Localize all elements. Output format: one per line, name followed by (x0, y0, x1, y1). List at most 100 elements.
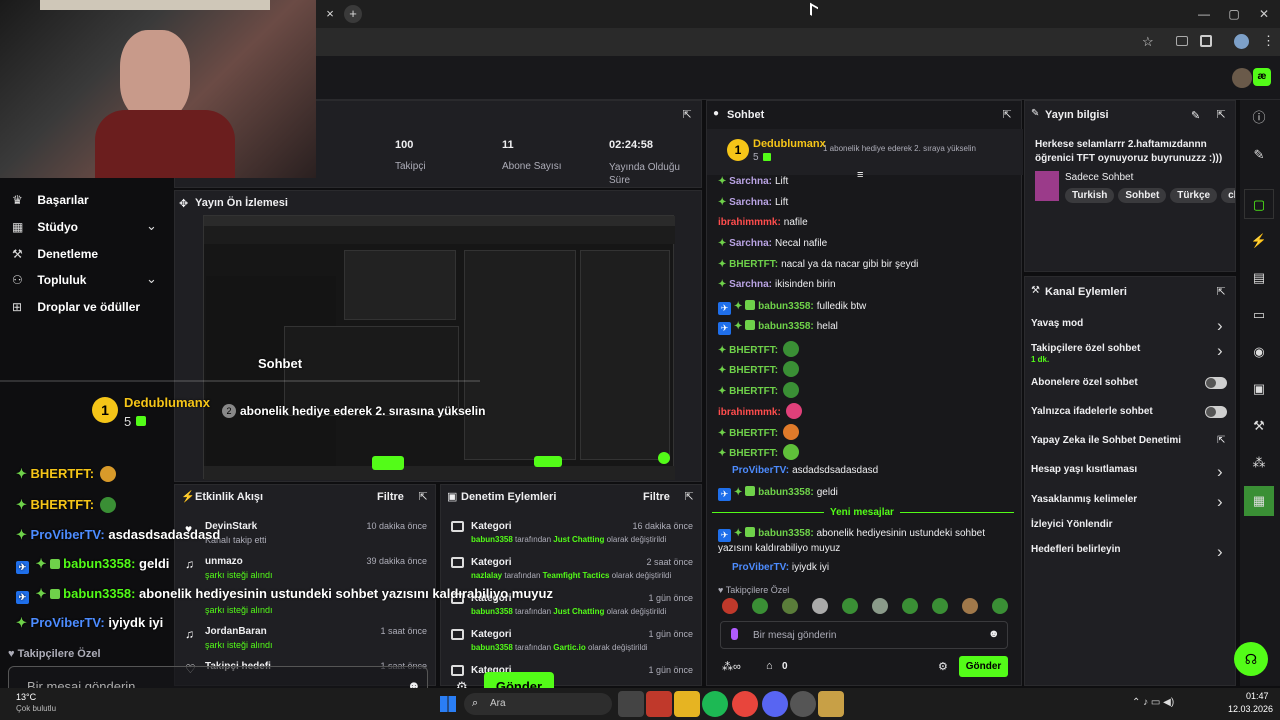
taskbar-search[interactable]: ⌕ Ara (464, 693, 612, 715)
moderation-filter-button[interactable]: Filtre (643, 491, 670, 503)
chat-username[interactable]: babun3358: (758, 487, 814, 498)
clipboard-icon[interactable]: ▤ (1244, 263, 1274, 293)
browser-menu-icon[interactable]: ⋮ (1262, 33, 1275, 49)
popout-icon[interactable]: ⇱ (681, 109, 693, 121)
channel-action-item[interactable]: Yavaş mod › (1031, 316, 1229, 338)
chat-message[interactable]: ✦ Sarchna: Lift (718, 176, 788, 187)
chat-username[interactable]: Sarchna: (729, 197, 772, 208)
chat-username[interactable]: ibrahimmmk: (718, 217, 781, 228)
reader-icon[interactable] (1176, 36, 1188, 46)
pen-icon[interactable]: ✎ (1244, 140, 1274, 170)
list-item[interactable]: Kategori babun3358 tarafından Just Chatt… (441, 513, 701, 549)
list-item[interactable]: Kategori nazlalay tarafından Teamfight T… (441, 549, 701, 585)
channel-action-item[interactable]: İzleyici Yönlendir (1031, 519, 1229, 539)
chat-message[interactable]: ✦ Sarchna: Necal nafile (718, 238, 827, 249)
chevron-right-icon[interactable]: › (1217, 542, 1223, 562)
chat-message[interactable]: ✈ ✦ babun3358: helal (718, 320, 838, 335)
extensions-icon[interactable] (1200, 35, 1212, 47)
app-p-icon[interactable] (646, 691, 672, 717)
emote-bar[interactable] (718, 598, 1014, 616)
points-icon[interactable]: ⌂ (766, 660, 773, 672)
chat-username[interactable]: ibrahimmmk: (718, 407, 781, 418)
chat-message[interactable]: ✦ BHERTFT: (718, 361, 800, 377)
toggle-switch[interactable] (1205, 406, 1227, 418)
broadcast-icon[interactable]: ◉ (1244, 337, 1274, 367)
list-item[interactable]: Kategori 1 gün önce (441, 657, 701, 685)
tag[interactable]: chi (1221, 188, 1235, 203)
clip-icon[interactable]: ▢ (1244, 189, 1274, 219)
chat-message[interactable]: ✦ BHERTFT: (718, 382, 800, 398)
app-icon[interactable]: ▦ (1244, 486, 1274, 516)
file-explorer-icon[interactable] (674, 691, 700, 717)
new-tab-button[interactable]: + (344, 5, 362, 23)
channel-action-item[interactable]: Hedefleri belirleyin › (1031, 542, 1229, 564)
channel-action-item[interactable]: Takipçilere özel sohbet 1 dk. › (1031, 341, 1229, 364)
category-name[interactable]: Sadece Sohbet (1065, 172, 1133, 183)
mic-icon[interactable] (731, 628, 738, 640)
chat-message[interactable]: ✦ BHERTFT: (718, 444, 800, 460)
popout-icon[interactable]: ⇱ (1001, 109, 1013, 121)
chat-message[interactable]: ✦ BHERTFT: (718, 424, 800, 440)
chevron-down-icon[interactable]: ⌄ (146, 271, 157, 287)
infinity-icon[interactable]: ⁂∞ (722, 660, 741, 673)
steam-icon[interactable] (790, 691, 816, 717)
sidebar-item-drops[interactable]: ⊞ Droplar ve ödüller (12, 300, 140, 314)
chat-message[interactable]: ✦ BHERTFT: nacal ya da nacar gibi bir şey… (718, 259, 918, 270)
tray-icons[interactable]: ⌃ ♪ ▭ ◀) (1132, 697, 1174, 708)
chat-username[interactable]: BHERTFT: (729, 345, 778, 356)
popout-icon[interactable]: ⇱ (417, 491, 429, 503)
chat-icon[interactable]: ▭ (1244, 300, 1274, 330)
chat-username[interactable]: babun3358: (758, 301, 814, 312)
sidebar-item-community[interactable]: ⚇ Topluluk (12, 273, 86, 287)
chat-message[interactable]: ✦ BHERTFT: (718, 341, 800, 357)
chat-message[interactable]: ProViberTV: iyiydk iyi (732, 562, 829, 573)
sidebar-item-studio[interactable]: ▦ Stüdyo (12, 220, 78, 234)
chat-message[interactable]: ibrahimmmk: (718, 403, 802, 419)
maximize-button[interactable]: ▢ (1226, 6, 1242, 22)
chat-input[interactable]: Bir mesaj gönderin ☻ (720, 621, 1008, 649)
spotify-icon[interactable] (702, 691, 728, 717)
chat-username[interactable]: Sarchna: (729, 279, 772, 290)
tag[interactable]: Turkish (1065, 188, 1115, 203)
activity-filter-button[interactable]: Filtre (377, 491, 404, 503)
chevron-right-icon[interactable]: › (1217, 316, 1223, 336)
info-icon[interactable]: ⓘ (1244, 103, 1274, 133)
sub-gift-leaderboard[interactable]: 1 Dedublumanx 5 1 abonelik hediye ederek… (707, 129, 1023, 175)
popout-icon[interactable]: ⇱ (1215, 109, 1227, 121)
help-headset-icon[interactable]: ☊ (1234, 642, 1268, 676)
community-icon[interactable]: ⁂ (1244, 448, 1274, 478)
list-item[interactable]: Kategori babun3358 tarafından Gartic.io … (441, 621, 701, 657)
chat-username[interactable]: ProViberTV: (732, 465, 789, 476)
discord-icon[interactable] (762, 691, 788, 717)
chevron-right-icon[interactable]: › (1217, 492, 1223, 512)
tab-close-icon[interactable]: × (322, 6, 338, 22)
settings-gear-icon[interactable]: ⚙ (938, 660, 948, 673)
channel-action-item[interactable]: Yalnızca ifadelerle sohbet (1031, 406, 1229, 426)
bookmark-star-icon[interactable]: ☆ (1142, 34, 1154, 50)
list-item[interactable]: ♫ unmazo şarkı isteği alındı 39 dakika ö… (175, 548, 435, 583)
chat-message[interactable]: ibrahimmmk: nafile (718, 217, 808, 228)
channel-action-item[interactable]: Hesap yaşı kısıtlaması › (1031, 462, 1229, 484)
chat-username[interactable]: BHERTFT: (729, 259, 778, 270)
edit-icon[interactable]: ✎ (1191, 109, 1200, 122)
sidebar-item-moderation[interactable]: ⚒ Denetleme (12, 247, 98, 261)
sidebar-item-achievements[interactable]: ♛ Başarılar (12, 193, 89, 207)
chat-message[interactable]: ✈ ✦ babun3358: geldi (718, 486, 838, 501)
popout-icon[interactable]: ⇱ (683, 491, 695, 503)
chat-username[interactable]: BHERTFT: (729, 428, 778, 439)
close-window-button[interactable]: ✕ (1256, 6, 1272, 22)
wrench-icon[interactable]: ⚒ (1244, 411, 1274, 441)
chevron-right-icon[interactable]: › (1217, 462, 1223, 482)
lightning-icon[interactable]: ⚡ (1244, 226, 1274, 256)
windows-start-icon[interactable] (440, 696, 456, 712)
chat-username[interactable]: Sarchna: (729, 176, 772, 187)
toggle-switch[interactable] (1205, 377, 1227, 389)
channel-action-item[interactable]: Yapay Zeka ile Sohbet Denetimi ⇱ (1031, 435, 1229, 455)
external-link-icon[interactable]: ⇱ (1217, 435, 1225, 446)
stream-preview-video[interactable] (203, 215, 675, 480)
chat-username[interactable]: Sarchna: (729, 238, 772, 249)
profile-avatar[interactable] (1234, 34, 1249, 49)
chevron-down-icon[interactable]: ⌄ (146, 218, 157, 234)
chat-username[interactable]: BHERTFT: (729, 448, 778, 459)
chat-message[interactable]: ProViberTV: asdadsdsadasdasd (732, 465, 878, 476)
